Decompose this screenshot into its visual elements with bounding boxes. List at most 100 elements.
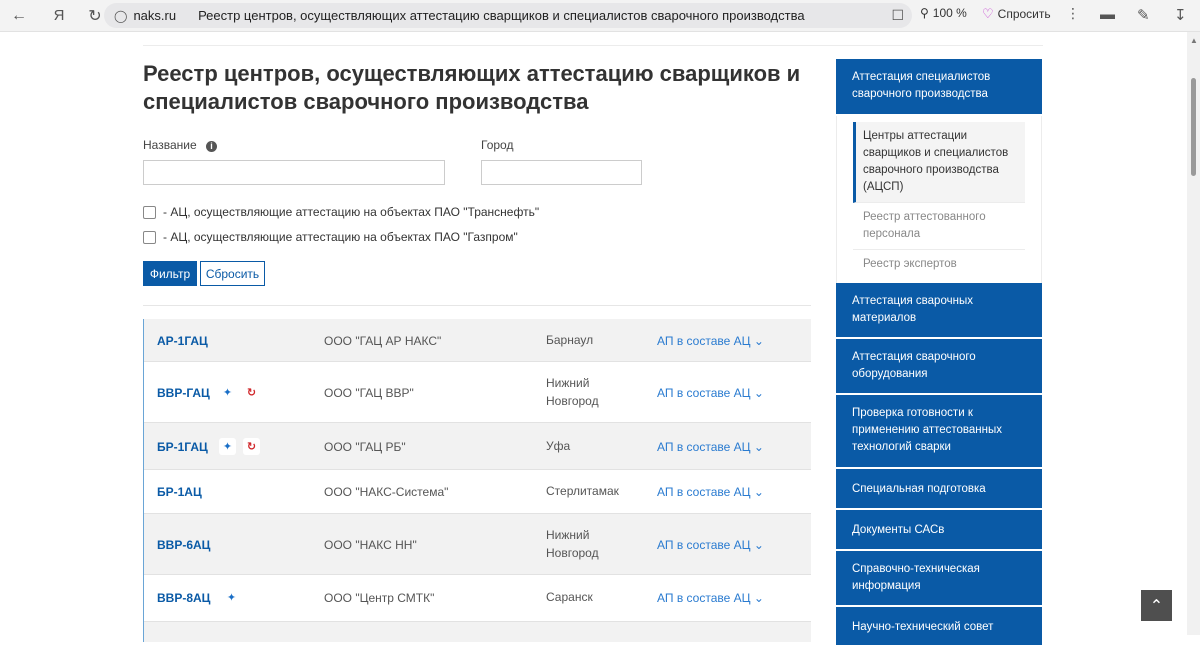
center-org: ООО "ГАЦ ВВР" xyxy=(324,386,414,400)
center-code-link[interactable]: ВВР-ГАЦ xyxy=(157,386,210,400)
ap-dropdown[interactable]: АП в составе АЦ ⌄ xyxy=(657,591,764,605)
table-row: АР-1ГАЦ ООО "ГАЦ АР НАКС" Барнаул АП в с… xyxy=(144,319,811,362)
filter-divider xyxy=(143,305,811,306)
ap-label: АП в составе АЦ xyxy=(657,591,751,605)
center-city: Нижний Новгород xyxy=(546,528,599,560)
zoom-control[interactable]: ⚲ 100 % xyxy=(920,6,967,20)
gazprom-icon: ✦ xyxy=(219,438,236,455)
center-city: Барнаул xyxy=(546,333,594,347)
table-row xyxy=(144,622,811,642)
ap-dropdown[interactable]: АП в составе АЦ ⌄ xyxy=(657,386,764,400)
ap-label: АП в составе АЦ xyxy=(657,485,751,499)
scroll-up-icon[interactable]: ▲ xyxy=(1190,36,1198,45)
sidebar-item-reference[interactable]: Справочно-техническая информация xyxy=(836,551,1042,607)
name-label: Название xyxy=(143,138,197,152)
collections-icon[interactable]: ✎ xyxy=(1137,6,1150,24)
address-host: naks.ru xyxy=(133,8,177,23)
table-row: ВВР-6АЦ ООО "НАКС НН" Нижний Новгород АП… xyxy=(144,514,811,575)
chevron-down-icon: ⌄ xyxy=(753,334,764,348)
chevron-down-icon: ⌄ xyxy=(753,440,764,454)
sidebar-item-equipment[interactable]: Аттестация сварочного оборудования xyxy=(836,339,1042,395)
transneft-checkbox[interactable] xyxy=(143,205,156,219)
ap-dropdown[interactable]: АП в составе АЦ ⌄ xyxy=(657,485,764,499)
page-title: Реестр центров, осуществляющих аттестаци… xyxy=(143,61,801,114)
address-bar[interactable]: ◯ naks.ru Реестр центров, осуществляющих… xyxy=(104,3,912,28)
name-input[interactable] xyxy=(143,160,445,185)
scroll-top-icon[interactable]: ⌃ xyxy=(1141,590,1172,621)
name-label-wrap: Название i xyxy=(143,138,217,152)
sidebar-item-welder-attestation[interactable]: Аттестация специалистов сварочного произ… xyxy=(836,59,1042,116)
browser-toolbar: ← Я ↻ ◯ naks.ru Реестр центров, осуществ… xyxy=(0,0,1200,32)
center-org: ООО "ГАЦ АР НАКС" xyxy=(324,334,442,348)
zoom-icon: ⚲ xyxy=(920,6,929,20)
sidebar-nav: Аттестация специалистов сварочного произ… xyxy=(836,59,1042,647)
table-row: БР-1АЦ ООО "НАКС-Система" Стерлитамак АП… xyxy=(144,470,811,514)
gazprom-filter[interactable]: - АЦ, осуществляющие аттестацию на объек… xyxy=(143,230,518,244)
transneft-icon: ↻ xyxy=(243,384,260,401)
center-code-link[interactable]: ВВР-8АЦ xyxy=(157,591,210,605)
centers-table: АР-1ГАЦ ООО "ГАЦ АР НАКС" Барнаул АП в с… xyxy=(143,319,811,642)
city-input[interactable] xyxy=(481,160,642,185)
chevron-down-icon: ⌄ xyxy=(753,538,764,552)
ask-button[interactable]: ♡ Спросить xyxy=(982,6,1051,22)
gazprom-checkbox-label: - АЦ, осуществляющие аттестацию на объек… xyxy=(163,230,518,244)
ap-dropdown[interactable]: АП в составе АЦ ⌄ xyxy=(657,538,764,552)
center-code-link[interactable]: БР-1АЦ xyxy=(157,485,202,499)
center-city: Уфа xyxy=(546,439,571,453)
download-icon[interactable]: ↧ xyxy=(1174,6,1187,24)
sidebar-subitem-personnel[interactable]: Реестр аттестованного персонала xyxy=(853,203,1025,250)
center-city: Нижний Новгород xyxy=(546,376,599,408)
reader-mode-icon[interactable]: ▬ xyxy=(1100,6,1115,23)
shield-icon: ◯ xyxy=(114,8,128,23)
ap-label: АП в составе АЦ xyxy=(657,334,751,348)
city-label: Город xyxy=(481,138,514,152)
table-row: БР-1ГАЦ ✦ ↻ ООО "ГАЦ РБ" Уфа АП в состав… xyxy=(144,423,811,470)
transneft-checkbox-label: - АЦ, осуществляющие аттестацию на объек… xyxy=(163,205,540,219)
sidebar-item-technologies[interactable]: Проверка готовности к применению аттесто… xyxy=(836,395,1042,469)
center-city: Саранск xyxy=(546,590,593,604)
page-scrollbar[interactable]: ▲ xyxy=(1187,32,1200,635)
sidebar-submenu: Центры аттестации сварщиков и специалист… xyxy=(836,116,1042,283)
sidebar-subitem-centers[interactable]: Центры аттестации сварщиков и специалист… xyxy=(853,122,1025,203)
sidebar-subitem-experts[interactable]: Реестр экспертов xyxy=(853,250,1025,279)
table-row: ВВР-8АЦ ✦ ООО "Центр СМТК" Саранск АП в … xyxy=(144,575,811,622)
transneft-filter[interactable]: - АЦ, осуществляющие аттестацию на объек… xyxy=(143,205,539,219)
center-org: ООО "НАКС-Система" xyxy=(324,485,449,499)
address-page-title: Реестр центров, осуществляющих аттестаци… xyxy=(198,8,805,23)
sidebar-item-documents[interactable]: Документы САСв xyxy=(836,510,1042,551)
transneft-icon: ↻ xyxy=(243,438,260,455)
center-code-link[interactable]: АР-1ГАЦ xyxy=(157,334,208,348)
reset-button[interactable]: Сбросить xyxy=(200,261,265,286)
center-org: ООО "Центр СМТК" xyxy=(324,591,435,605)
ask-icon: ♡ xyxy=(982,6,994,21)
info-icon[interactable]: i xyxy=(205,141,217,152)
ap-label: АП в составе АЦ xyxy=(657,386,751,400)
table-row: ВВР-ГАЦ ✦ ↻ ООО "ГАЦ ВВР" Нижний Новгоро… xyxy=(144,362,811,423)
gazprom-checkbox[interactable] xyxy=(143,230,156,244)
ap-label: АП в составе АЦ xyxy=(657,538,751,552)
gazprom-icon: ✦ xyxy=(223,589,240,606)
ap-dropdown[interactable]: АП в составе АЦ ⌄ xyxy=(657,440,764,454)
center-code-link[interactable]: ВВР-6АЦ xyxy=(157,538,210,552)
bookmark-icon[interactable]: ☐ xyxy=(891,7,904,24)
back-arrow-icon[interactable]: ← xyxy=(6,3,32,29)
zoom-level: 100 % xyxy=(932,6,967,20)
chevron-down-icon: ⌄ xyxy=(753,485,764,499)
ask-label: Спросить xyxy=(997,7,1051,21)
sidebar-item-materials[interactable]: Аттестация сварочных материалов xyxy=(836,283,1042,339)
yandex-icon[interactable]: Я xyxy=(46,3,72,29)
chevron-down-icon: ⌄ xyxy=(753,386,764,400)
more-menu-icon[interactable]: ⋮ xyxy=(1066,5,1080,22)
chevron-down-icon: ⌄ xyxy=(753,591,764,605)
center-city: Стерлитамак xyxy=(546,484,619,498)
center-org: ООО "ГАЦ РБ" xyxy=(324,440,406,454)
sidebar-item-special-training[interactable]: Специальная подготовка xyxy=(836,469,1042,510)
ap-label: АП в составе АЦ xyxy=(657,440,751,454)
sidebar-item-council[interactable]: Научно-технический совет xyxy=(836,607,1042,647)
scroll-thumb[interactable] xyxy=(1191,78,1196,176)
center-code-link[interactable]: БР-1ГАЦ xyxy=(157,440,208,454)
center-org: ООО "НАКС НН" xyxy=(324,538,417,552)
filter-button[interactable]: Фильтр xyxy=(143,261,197,286)
top-divider xyxy=(143,45,1043,46)
ap-dropdown[interactable]: АП в составе АЦ ⌄ xyxy=(657,334,764,348)
